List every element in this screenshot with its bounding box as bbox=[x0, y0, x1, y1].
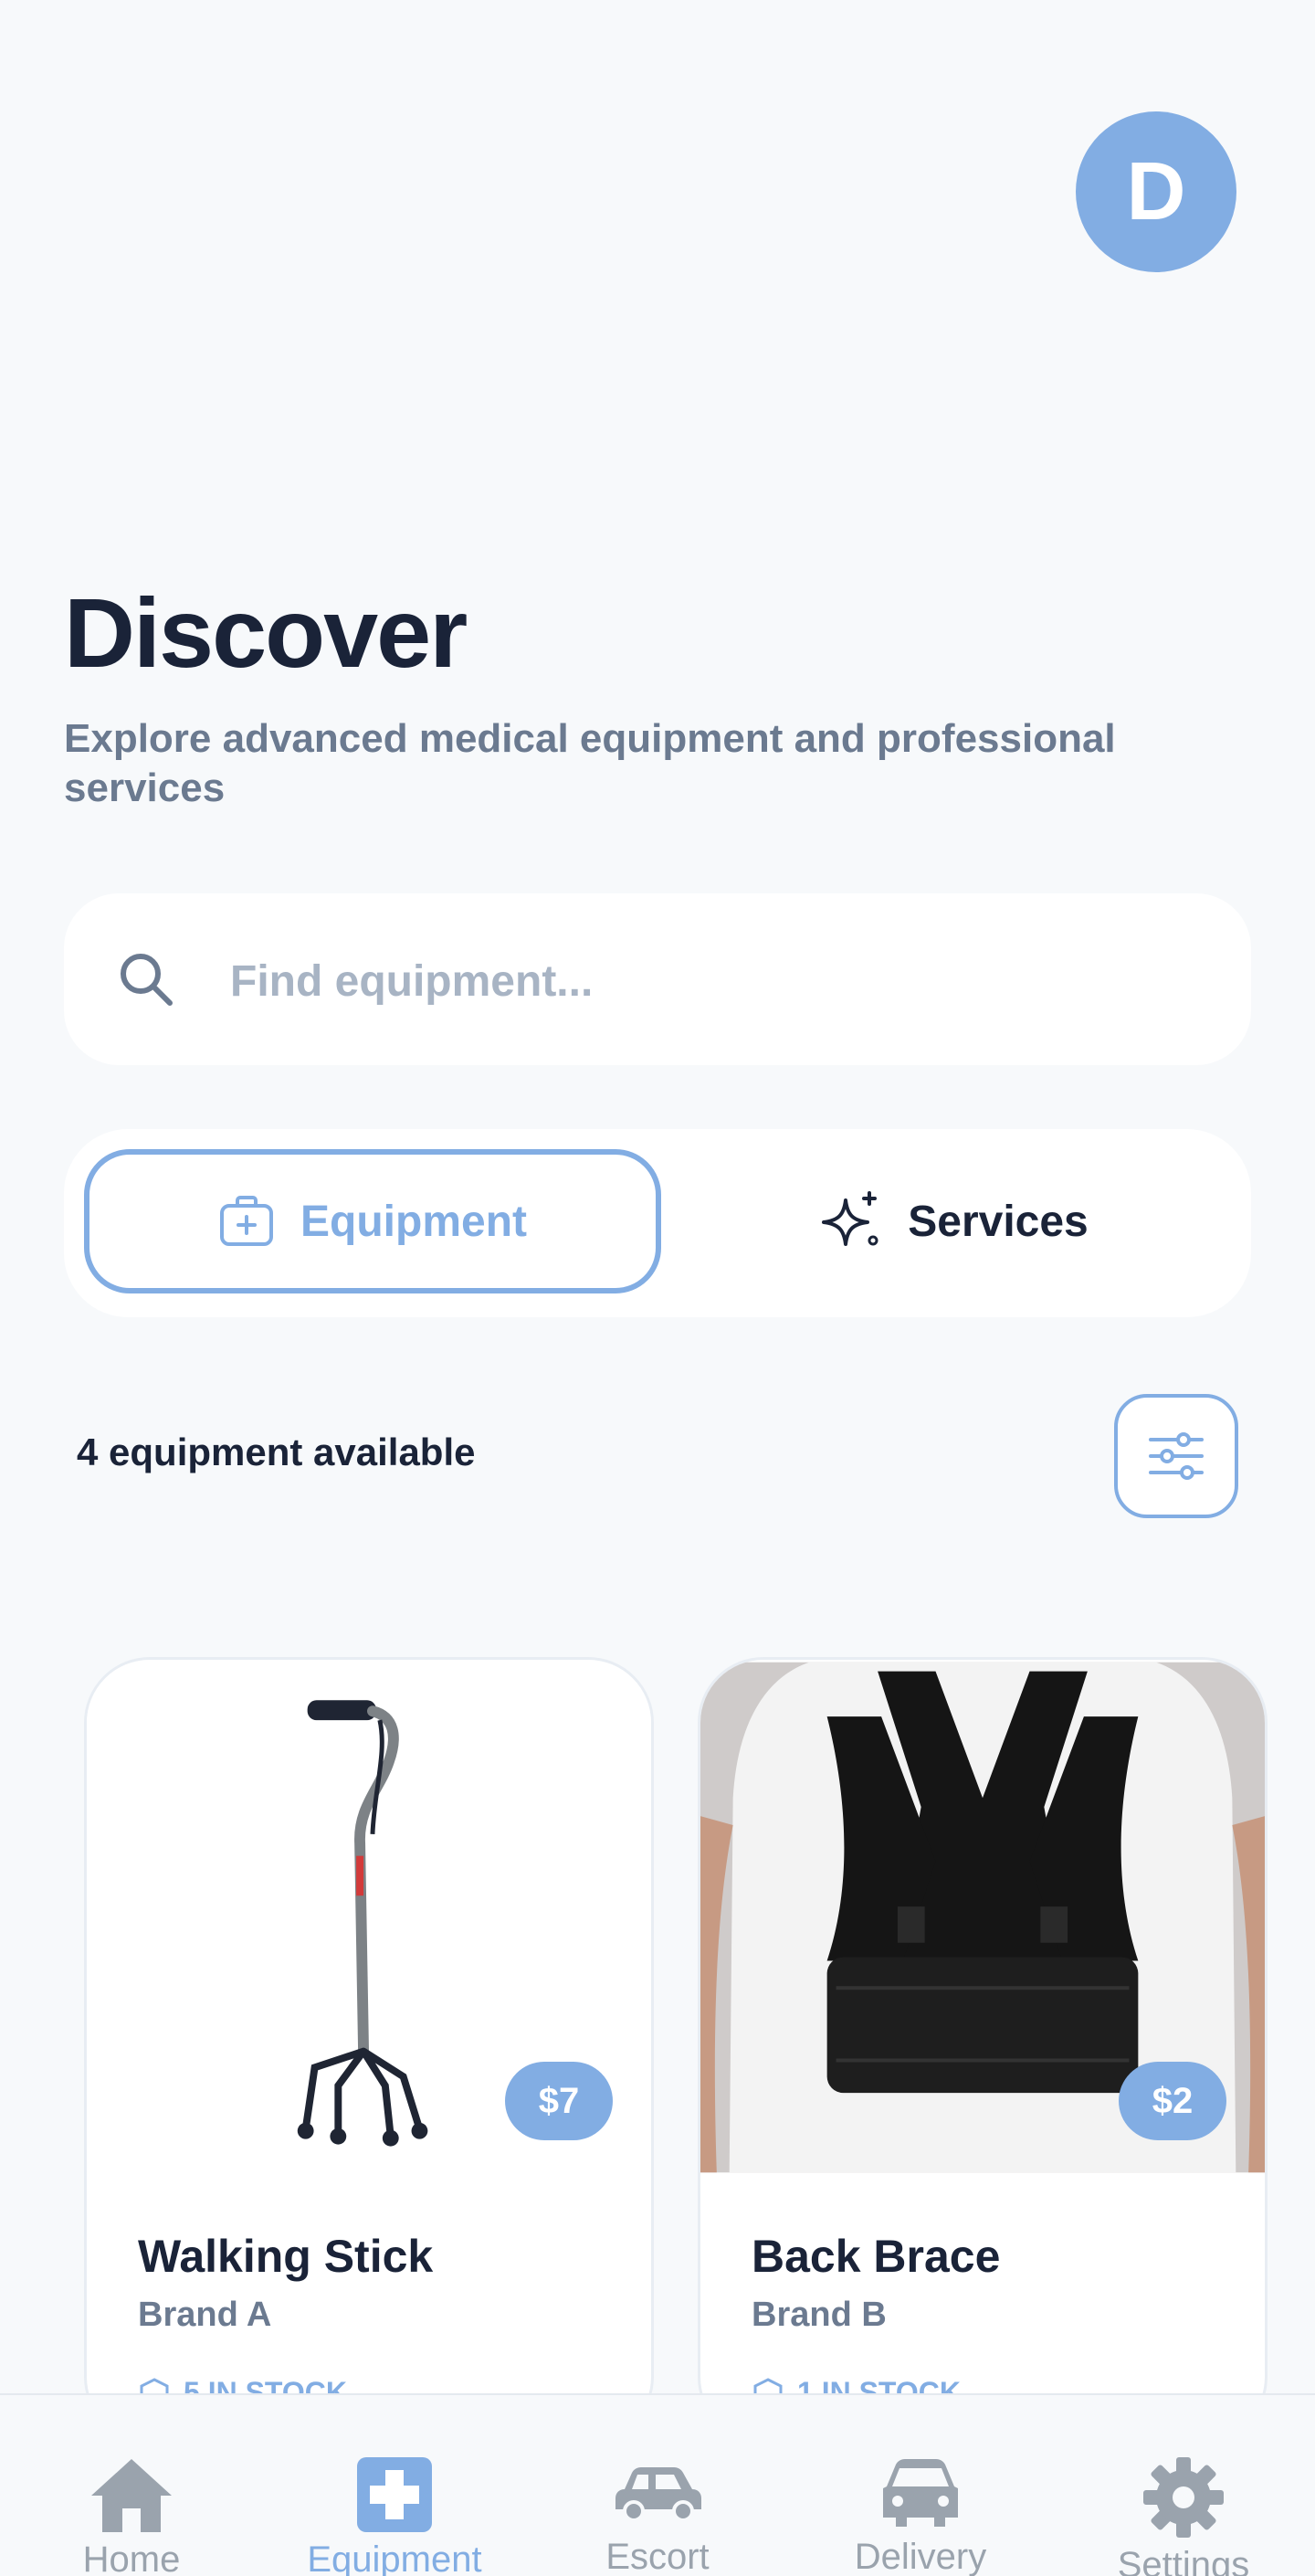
nav-item-delivery[interactable]: Delivery bbox=[789, 2395, 1052, 2576]
medical-cross-icon bbox=[357, 2457, 432, 2532]
nav-item-equipment[interactable]: Equipment bbox=[263, 2395, 526, 2576]
nav-label: Delivery bbox=[854, 2537, 987, 2576]
price-badge: $2 bbox=[1119, 2062, 1226, 2140]
nav-item-settings[interactable]: Settings bbox=[1052, 2395, 1315, 2576]
nav-label: Settings bbox=[1117, 2545, 1250, 2576]
bottom-nav: Home Equipment Escort Delivery Settings bbox=[0, 2393, 1315, 2576]
medical-kit-icon bbox=[220, 1196, 273, 1246]
search-input[interactable] bbox=[228, 939, 1218, 1023]
filter-button[interactable] bbox=[1114, 1394, 1238, 1518]
avatar-initial: D bbox=[1126, 145, 1186, 238]
tab-equipment[interactable]: Equipment bbox=[84, 1149, 661, 1293]
avatar[interactable]: D bbox=[1076, 111, 1236, 272]
tab-services-label: Services bbox=[908, 1197, 1089, 1246]
discover-screen: D Discover Explore advanced medical equi… bbox=[0, 0, 1315, 2576]
product-card-walking-stick[interactable]: $7 Walking Stick Brand A 5 IN STOCK bbox=[84, 1657, 654, 2443]
results-count: 4 equipment available bbox=[77, 1431, 476, 1473]
nav-item-escort[interactable]: Escort bbox=[526, 2395, 789, 2576]
car-front-icon bbox=[883, 2458, 958, 2527]
search-icon bbox=[121, 954, 173, 1006]
page-title: Discover bbox=[64, 577, 468, 688]
product-brand: Brand A bbox=[138, 2296, 272, 2334]
gear-icon bbox=[1143, 2457, 1224, 2538]
search-bar[interactable] bbox=[64, 893, 1251, 1065]
category-toggle: Equipment Services bbox=[64, 1129, 1251, 1317]
page-subtitle: Explore advanced medical equipment and p… bbox=[64, 716, 1116, 810]
nav-label: Home bbox=[82, 2539, 181, 2576]
product-card-back-brace[interactable]: $2 Back Brace Brand B 1 IN STOCK bbox=[698, 1657, 1268, 2443]
product-name: Back Brace bbox=[752, 2231, 1001, 2282]
car-icon bbox=[615, 2466, 701, 2522]
product-name: Walking Stick bbox=[138, 2231, 434, 2282]
nav-label: Equipment bbox=[307, 2539, 482, 2576]
nav-item-home[interactable]: Home bbox=[0, 2395, 263, 2576]
nav-label: Escort bbox=[605, 2537, 710, 2576]
tab-services[interactable]: Services bbox=[665, 1149, 1242, 1293]
price-badge: $7 bbox=[505, 2062, 613, 2140]
sliders-icon bbox=[1149, 1432, 1204, 1480]
sparkles-icon bbox=[822, 1191, 878, 1246]
tab-equipment-label: Equipment bbox=[300, 1197, 527, 1246]
home-icon bbox=[91, 2459, 172, 2532]
product-brand: Brand B bbox=[752, 2296, 887, 2334]
